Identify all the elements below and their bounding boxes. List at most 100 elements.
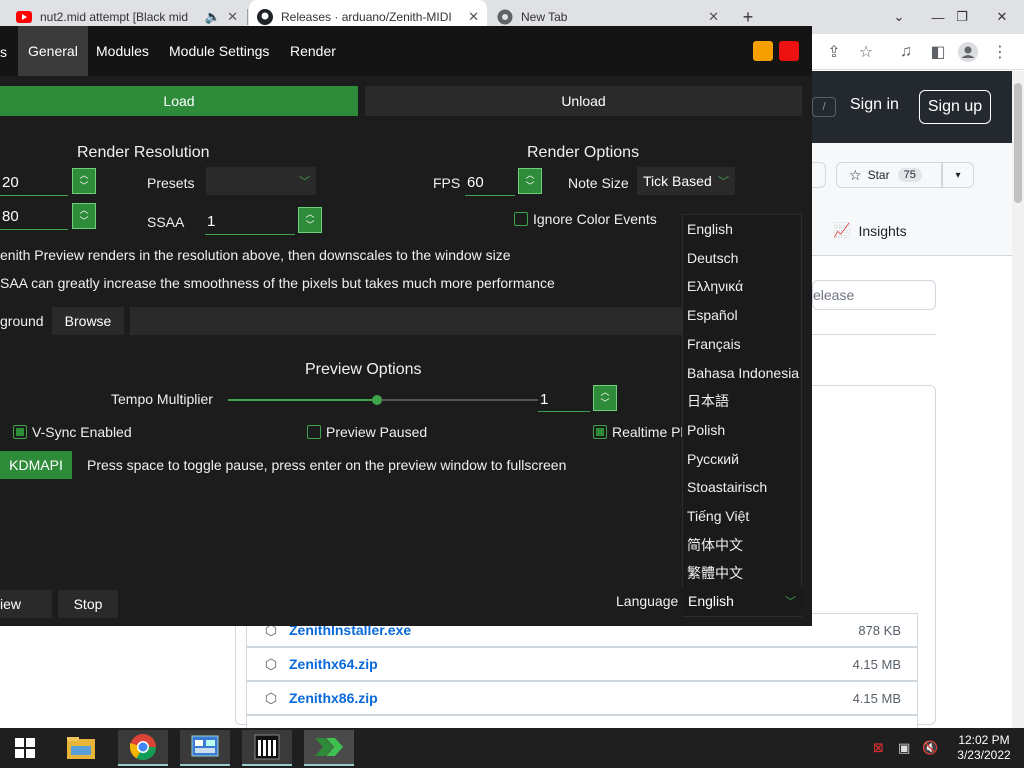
tab-render[interactable]: Render: [280, 26, 346, 76]
control-panel-icon[interactable]: [180, 730, 230, 766]
star-bookmark-icon[interactable]: ☆: [854, 40, 878, 64]
file-explorer-icon[interactable]: [56, 730, 106, 766]
checkbox-box[interactable]: [514, 212, 528, 226]
language-option[interactable]: Ελληνικά: [687, 272, 799, 300]
ssaa-spinner[interactable]: ︿ ﹀: [298, 207, 322, 233]
color-swatch-orange[interactable]: [753, 41, 773, 61]
close-icon[interactable]: ✕: [708, 9, 719, 25]
preview-button[interactable]: iew: [0, 590, 52, 618]
window-close-icon[interactable]: ✕: [990, 6, 1014, 28]
star-dropdown-chevron-icon[interactable]: ▾: [942, 162, 974, 188]
chevron-down-icon[interactable]: ﹀: [79, 216, 88, 227]
language-option[interactable]: Español: [687, 301, 799, 329]
preview-paused-label: Preview Paused: [326, 424, 428, 440]
language-option[interactable]: Bahasa Indonesia: [687, 359, 799, 387]
language-option[interactable]: 日本語: [687, 387, 799, 415]
language-option[interactable]: Tiếng Việt: [687, 502, 799, 530]
browse-button[interactable]: Browse: [52, 307, 124, 335]
find-release-input[interactable]: elease: [812, 280, 936, 310]
asset-size: 4.15 MB: [852, 690, 901, 706]
checkbox-box[interactable]: [13, 425, 27, 439]
color-swatch-red[interactable]: [779, 41, 799, 61]
language-option[interactable]: Polish: [687, 416, 799, 444]
repo-action-button[interactable]: [812, 162, 826, 188]
page-scrollbar[interactable]: [1012, 71, 1024, 728]
chevron-up-icon[interactable]: ︿: [600, 387, 609, 398]
language-option[interactable]: Stoastairisch: [687, 473, 799, 501]
height-input[interactable]: 80: [0, 204, 68, 230]
fps-input[interactable]: 60: [465, 170, 515, 196]
chevron-up-icon[interactable]: ︿: [525, 170, 534, 181]
presets-dropdown[interactable]: ﹀: [206, 167, 316, 195]
chevron-up-icon[interactable]: ︿: [305, 209, 314, 220]
chevron-down-icon[interactable]: ﹀: [525, 181, 534, 192]
width-input[interactable]: 20: [0, 170, 68, 196]
scrollbar-thumb[interactable]: [1014, 83, 1022, 203]
load-button[interactable]: Load: [0, 86, 358, 116]
unload-button[interactable]: Unload: [365, 86, 802, 116]
tab-module-settings[interactable]: Module Settings: [159, 26, 279, 76]
sign-in-link[interactable]: Sign in: [850, 96, 899, 114]
taskbar-clock[interactable]: 12:02 PM 3/23/2022: [944, 733, 1024, 763]
browser-tab-title: New Tab: [521, 10, 568, 24]
volume-muted-icon[interactable]: 🔇: [922, 740, 938, 756]
network-icon[interactable]: ⊠: [873, 740, 884, 756]
windows-start-icon[interactable]: [0, 730, 50, 766]
language-option[interactable]: Français: [687, 330, 799, 358]
ssaa-input[interactable]: 1: [205, 209, 295, 235]
star-button[interactable]: ☆ Star 75: [836, 162, 942, 188]
new-tab-button[interactable]: +: [736, 6, 760, 28]
preview-paused-checkbox[interactable]: Preview Paused: [307, 424, 427, 440]
language-option[interactable]: Русский: [687, 445, 799, 473]
background-path-input[interactable]: [130, 307, 682, 335]
tab-modules[interactable]: Modules: [86, 26, 159, 76]
ignore-color-events-checkbox[interactable]: Ignore Color Events: [514, 211, 657, 227]
tempo-slider-thumb[interactable]: [372, 395, 382, 405]
sign-up-button[interactable]: Sign up: [919, 90, 991, 124]
chevron-up-icon[interactable]: ︿: [79, 205, 88, 216]
chrome-taskbar-icon[interactable]: [118, 730, 168, 766]
side-panel-icon[interactable]: ◧: [926, 40, 950, 64]
profile-avatar-icon[interactable]: [956, 40, 980, 64]
height-spinner[interactable]: ︿ ﹀: [72, 203, 96, 229]
width-spinner[interactable]: ︿ ﹀: [72, 168, 96, 194]
checkbox-box[interactable]: [307, 425, 321, 439]
chevron-down-icon[interactable]: ﹀: [600, 398, 609, 409]
restore-icon[interactable]: ❐: [950, 6, 974, 28]
kebab-menu-icon[interactable]: ⋮: [988, 40, 1012, 64]
chevron-up-icon[interactable]: ︿: [79, 170, 88, 181]
asset-name[interactable]: Zenithx86.zip: [289, 690, 853, 706]
share-icon[interactable]: ⇪: [822, 40, 846, 64]
asset-name[interactable]: Zenithx64.zip: [289, 656, 853, 672]
checkbox-box[interactable]: [593, 425, 607, 439]
close-icon[interactable]: ✕: [227, 9, 238, 25]
tab-search-chevron-icon[interactable]: ⌄: [887, 6, 911, 28]
asset-row[interactable]: ⬡ Zenithx64.zip 4.15 MB: [246, 647, 918, 681]
chevron-down-icon[interactable]: ﹀: [79, 181, 88, 192]
language-dropdown[interactable]: English ﹀: [682, 587, 802, 615]
fps-spinner[interactable]: ︿ ﹀: [518, 168, 542, 194]
display-icon[interactable]: ▣: [898, 740, 910, 756]
media-queue-icon[interactable]: ♫: [894, 40, 918, 64]
kdmapi-button[interactable]: KDMAPI: [0, 451, 72, 479]
vsync-checkbox[interactable]: V-Sync Enabled: [13, 424, 132, 440]
zenith-taskbar-icon[interactable]: [304, 730, 354, 766]
asset-row[interactable]: ⬡ Zenithx86.zip 4.15 MB: [246, 681, 918, 715]
speaker-icon[interactable]: 🔈: [205, 9, 221, 25]
insights-tab[interactable]: 📈 Insights: [833, 222, 907, 239]
realtime-playback-checkbox[interactable]: Realtime Pla: [593, 424, 691, 440]
minimize-icon[interactable]: —: [926, 6, 950, 28]
stop-button[interactable]: Stop: [58, 590, 118, 618]
language-option[interactable]: 简体中文: [687, 531, 799, 559]
language-option[interactable]: Deutsch: [687, 244, 799, 272]
note-size-dropdown[interactable]: Tick Based ﹀: [637, 167, 735, 195]
tempo-multiplier-input[interactable]: 1: [538, 388, 590, 412]
language-option[interactable]: 繁體中文: [687, 559, 799, 587]
piano-app-icon[interactable]: [242, 730, 292, 766]
chevron-down-icon[interactable]: ﹀: [305, 220, 314, 231]
language-option[interactable]: English: [687, 215, 799, 243]
close-icon[interactable]: ✕: [468, 9, 479, 25]
tempo-slider-fill: [228, 399, 377, 401]
tab-general[interactable]: General: [18, 26, 88, 76]
tempo-spinner[interactable]: ︿ ﹀: [593, 385, 617, 411]
